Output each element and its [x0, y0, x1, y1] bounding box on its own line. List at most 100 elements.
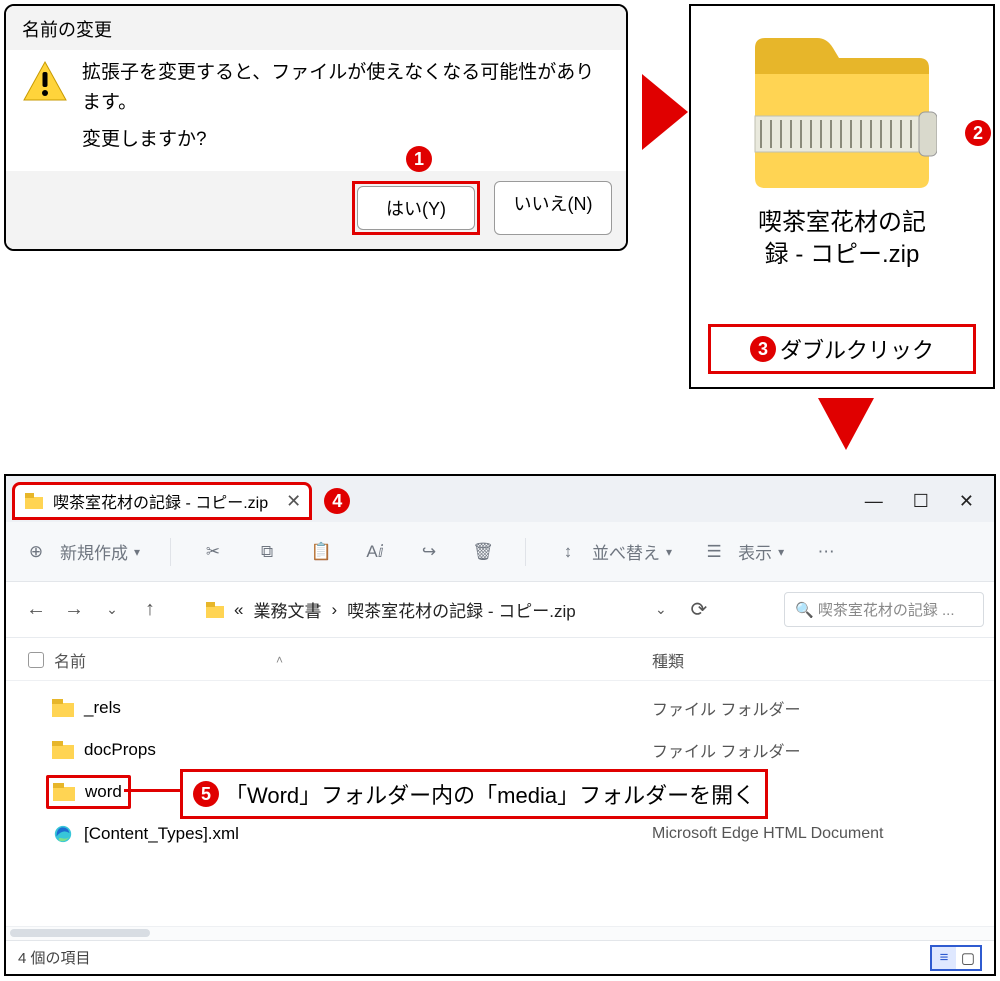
dialog-buttons: はい(Y) いいえ(N) — [6, 171, 626, 249]
rename-icon[interactable]: Aⅈ — [363, 540, 387, 564]
status-bar: 4 個の項目 ≡ ▢ — [6, 940, 994, 974]
folder-icon — [52, 699, 74, 717]
zip-filename[interactable]: 喫茶室花材の記 録 - コピー.zip — [691, 207, 993, 272]
chevron-down-icon: ▾ — [666, 545, 672, 559]
scrollbar-horizontal[interactable] — [10, 929, 150, 937]
thumbnails-view-icon[interactable]: ▢ — [956, 947, 980, 969]
toolbar: ⊕ 新規作成 ▾ ✂ ⧉ 📋 Aⅈ ↪ 🗑 ↕ 並べ替え ▾ ☰ 表示 ▾ ⋯ — [6, 522, 994, 582]
folder-icon — [53, 783, 75, 801]
chevron-down-icon[interactable]: ⌄ — [100, 601, 124, 618]
back-icon[interactable]: ← — [24, 598, 48, 621]
search-placeholder: 喫茶室花材の記録 ... — [818, 602, 955, 619]
cut-icon[interactable]: ✂ — [201, 540, 225, 564]
active-tab[interactable]: 喫茶室花材の記録 - コピー.zip ✕ — [12, 482, 312, 520]
view-button[interactable]: ☰ 表示 ▾ — [702, 539, 784, 564]
sort-icon: ↕ — [556, 540, 580, 564]
search-icon: 🔍 — [795, 602, 814, 619]
maximize-icon[interactable]: ☐ — [913, 491, 929, 512]
breadcrumb-root[interactable]: 業務文書 — [253, 597, 321, 622]
arrow-down-icon — [816, 396, 876, 452]
checkbox[interactable] — [28, 652, 44, 668]
chevron-down-icon: ▾ — [778, 545, 784, 559]
sort-asc-icon: ˄ — [276, 653, 283, 667]
yes-button[interactable]: はい(Y) — [357, 186, 475, 230]
file-type: ファイル フォルダー — [652, 738, 972, 762]
breadcrumb[interactable]: « 業務文書 › 喫茶室花材の記録 - コピー.zip — [206, 597, 576, 622]
chevron-down-icon[interactable]: ⌄ — [649, 601, 673, 618]
file-name: word — [85, 782, 122, 802]
dialog-text: 拡張子を変更すると、ファイルが使えなくなる可能性があります。 変更しますか? — [82, 58, 610, 155]
no-button[interactable]: いいえ(N) — [494, 181, 612, 235]
delete-icon[interactable]: 🗑 — [471, 540, 495, 564]
new-label: 新規作成 — [60, 539, 128, 564]
folder-icon — [25, 493, 43, 509]
share-icon[interactable]: ↪ — [417, 540, 441, 564]
rename-dialog: 名前の変更 拡張子を変更すると、ファイルが使えなくなる可能性があります。 変更し… — [4, 4, 628, 251]
dialog-line2: 変更しますか? — [82, 125, 610, 155]
tab-title: 喫茶室花材の記録 - コピー.zip — [53, 489, 268, 513]
col-name-label[interactable]: 名前 — [54, 648, 86, 672]
callout-badge-4: 4 — [324, 488, 350, 514]
callout-badge-3: 3 — [750, 336, 776, 362]
list-item[interactable]: docProps ファイル フォルダー — [6, 729, 994, 771]
breadcrumb-leaf[interactable]: 喫茶室花材の記録 - コピー.zip — [347, 597, 576, 622]
word-folder-callout-text: 「Word」フォルダー内の「media」フォルダーを開く — [225, 778, 755, 810]
yes-button-highlight: はい(Y) — [352, 181, 480, 235]
list-header: 名前 ˄ 種類 — [6, 638, 994, 681]
more-icon[interactable]: ⋯ — [814, 540, 838, 564]
zip-icon-holder: 2 — [691, 6, 993, 195]
dialog-line1: 拡張子を変更すると、ファイルが使えなくなる可能性があります。 — [82, 58, 610, 119]
zip-filename-line2: 録 - コピー.zip — [765, 241, 920, 268]
chevron-down-icon: ▾ — [134, 545, 140, 559]
file-name: [Content_Types].xml — [84, 824, 239, 844]
chevron-right-icon: › — [331, 600, 337, 620]
paste-icon[interactable]: 📋 — [309, 540, 333, 564]
dialog-title: 名前の変更 — [6, 6, 626, 50]
file-type: ファイル フォルダー — [652, 696, 972, 720]
breadcrumb-prefix: « — [234, 600, 243, 620]
col-type-label[interactable]: 種類 — [652, 648, 972, 672]
folder-icon — [52, 741, 74, 759]
edge-icon — [52, 825, 74, 843]
arrow-right-icon — [640, 72, 690, 152]
file-list: _rels ファイル フォルダー docProps ファイル フォルダー wor… — [6, 681, 994, 926]
nav-row: ← → ⌄ ↑ « 業務文書 › 喫茶室花材の記録 - コピー.zip ⌄ ⟳ … — [6, 582, 994, 638]
copy-icon[interactable]: ⧉ — [255, 540, 279, 564]
callout-badge-1: 1 — [406, 146, 432, 172]
close-icon[interactable]: ✕ — [286, 491, 301, 512]
new-button[interactable]: ⊕ 新規作成 ▾ — [24, 539, 140, 564]
word-folder-highlight: word — [46, 775, 131, 809]
double-click-text: ダブルクリック — [780, 333, 934, 365]
callout-badge-5: 5 — [193, 781, 219, 807]
callout-connector — [124, 789, 180, 792]
sort-label: 並べ替え — [592, 539, 660, 564]
view-icon: ☰ — [702, 540, 726, 564]
status-text: 4 個の項目 — [18, 947, 91, 968]
window-controls: — ☐ ✕ — [865, 491, 988, 512]
view-mode-toggle: ≡ ▢ — [930, 945, 982, 971]
details-view-icon[interactable]: ≡ — [932, 947, 956, 969]
zip-folder-icon[interactable] — [747, 30, 937, 190]
explorer-window: 喫茶室花材の記録 - コピー.zip ✕ 4 — ☐ ✕ ⊕ 新規作成 ▾ ✂ … — [4, 474, 996, 976]
rename-dialog-container: 名前の変更 拡張子を変更すると、ファイルが使えなくなる可能性があります。 変更し… — [4, 4, 628, 251]
warning-icon — [22, 60, 68, 102]
refresh-icon[interactable]: ⟳ — [687, 597, 711, 622]
forward-icon[interactable]: → — [62, 598, 86, 621]
word-folder-callout: 5 「Word」フォルダー内の「media」フォルダーを開く — [180, 769, 768, 819]
tab-bar: 喫茶室花材の記録 - コピー.zip ✕ 4 — ☐ ✕ — [6, 476, 994, 522]
close-window-icon[interactable]: ✕ — [959, 491, 974, 512]
dialog-body: 拡張子を変更すると、ファイルが使えなくなる可能性があります。 変更しますか? — [6, 50, 626, 171]
file-type: Microsoft Edge HTML Document — [652, 825, 972, 843]
list-item[interactable]: _rels ファイル フォルダー — [6, 687, 994, 729]
sort-button[interactable]: ↕ 並べ替え ▾ — [556, 539, 672, 564]
file-name: _rels — [84, 698, 121, 718]
minimize-icon[interactable]: — — [865, 491, 883, 512]
up-icon[interactable]: ↑ — [138, 598, 162, 621]
view-label: 表示 — [738, 539, 772, 564]
zip-filename-line1: 喫茶室花材の記 — [758, 209, 926, 236]
folder-icon — [206, 602, 224, 618]
double-click-instruction: 3 ダブルクリック — [708, 324, 976, 374]
search-input[interactable]: 🔍 喫茶室花材の記録 ... — [784, 592, 984, 627]
list-item[interactable]: [Content_Types].xml Microsoft Edge HTML … — [6, 813, 994, 855]
new-icon: ⊕ — [24, 540, 48, 564]
